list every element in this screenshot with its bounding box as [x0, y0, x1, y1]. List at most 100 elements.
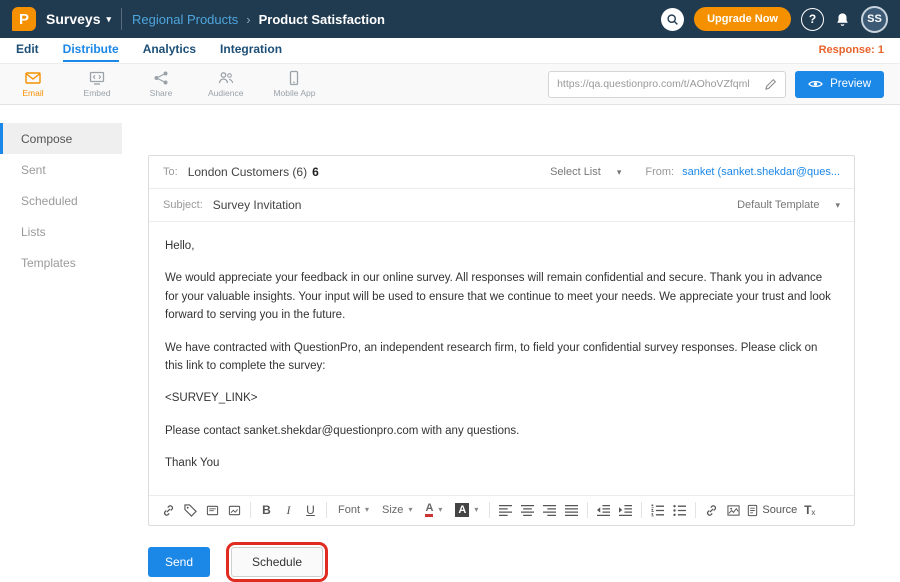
- italic-button[interactable]: I: [279, 500, 298, 520]
- question-mark-icon: ?: [809, 12, 816, 26]
- insert-link-button[interactable]: [159, 500, 178, 520]
- toolbar-separator: [695, 502, 696, 518]
- channel-share[interactable]: Share: [144, 70, 178, 98]
- numbered-list-button[interactable]: [648, 500, 667, 520]
- bullet-list-icon: [673, 504, 686, 517]
- response-count[interactable]: Response: 1: [819, 42, 884, 56]
- sidebar-item-scheduled[interactable]: Scheduled: [0, 185, 122, 216]
- body-paragraph: We would appreciate your feedback in our…: [165, 269, 838, 324]
- subject-row: Subject: Survey Invitation Default Templ…: [149, 189, 854, 222]
- compose-actions: Send Schedule: [148, 542, 855, 582]
- channel-email[interactable]: Email: [16, 70, 50, 98]
- chain-link-icon: [705, 504, 718, 517]
- text-color-button[interactable]: A ▾: [420, 503, 447, 518]
- user-avatar[interactable]: SS: [861, 6, 888, 33]
- template-dropdown[interactable]: Default Template ▾: [737, 199, 840, 211]
- app-switcher[interactable]: Surveys ▾: [46, 11, 111, 27]
- from-value[interactable]: sanket (sanket.shekdar@ques...: [682, 166, 840, 178]
- share-icon: [153, 70, 169, 86]
- align-center-button[interactable]: [518, 500, 537, 520]
- image-icon: [727, 504, 740, 517]
- toolbar-separator: [326, 502, 327, 518]
- channel-mobile-app[interactable]: Mobile App: [273, 70, 315, 98]
- notifications-button[interactable]: [834, 11, 851, 28]
- subject-input[interactable]: Survey Invitation: [213, 198, 302, 212]
- font-dropdown[interactable]: Font ▾: [333, 504, 374, 516]
- search-button[interactable]: [661, 8, 684, 31]
- bell-icon: [834, 11, 851, 28]
- source-button[interactable]: Source: [746, 500, 797, 520]
- preview-button[interactable]: Preview: [795, 71, 884, 98]
- insert-card-button[interactable]: [225, 500, 244, 520]
- to-value[interactable]: London Customers (6): [188, 165, 307, 179]
- size-dropdown[interactable]: Size ▾: [377, 504, 417, 516]
- search-icon: [666, 13, 679, 26]
- tab-distribute[interactable]: Distribute: [63, 42, 119, 62]
- distribute-toolbar: Email Embed Share Audience Mobile App ht…: [0, 64, 900, 105]
- chevron-down-icon: ▾: [365, 506, 369, 514]
- bold-button[interactable]: B: [257, 500, 276, 520]
- remove-format-button[interactable]: T x: [800, 500, 819, 520]
- underline-button[interactable]: U: [301, 500, 320, 520]
- channel-embed[interactable]: Embed: [80, 70, 114, 98]
- select-list-dropdown[interactable]: Select List ▾: [550, 166, 621, 178]
- tab-analytics[interactable]: Analytics: [143, 42, 196, 60]
- content-area: Compose Sent Scheduled Lists Templates T…: [0, 105, 900, 560]
- rich-text-toolbar: B I U Font ▾ Size ▾ A ▾ A ▾: [149, 495, 854, 525]
- chevron-down-icon: ▾: [408, 506, 412, 514]
- align-justify-button[interactable]: [562, 500, 581, 520]
- chevron-down-icon: ▾: [617, 168, 622, 177]
- sidebar-item-sent[interactable]: Sent: [0, 154, 122, 185]
- pencil-icon: [764, 78, 777, 91]
- chevron-down-icon: ▾: [474, 506, 478, 514]
- indent-button[interactable]: [616, 500, 635, 520]
- tab-edit[interactable]: Edit: [16, 42, 39, 60]
- topbar-divider: [121, 8, 122, 30]
- survey-url-text: https://qa.questionpro.com/t/AOhoVZfqml: [557, 78, 750, 90]
- email-sidebar: Compose Sent Scheduled Lists Templates: [0, 105, 122, 560]
- align-justify-icon: [565, 504, 578, 517]
- toolbar-separator: [489, 502, 490, 518]
- outdent-icon: [597, 504, 610, 517]
- help-button[interactable]: ?: [801, 8, 824, 31]
- email-body-editor[interactable]: Hello, We would appreciate your feedback…: [149, 222, 854, 495]
- body-paragraph: Hello,: [165, 237, 838, 255]
- sidebar-item-templates[interactable]: Templates: [0, 247, 122, 278]
- sidebar-item-compose[interactable]: Compose: [0, 123, 122, 154]
- bullet-list-button[interactable]: [670, 500, 689, 520]
- channel-list: Email Embed Share Audience Mobile App: [16, 70, 316, 98]
- outdent-button[interactable]: [594, 500, 613, 520]
- text-color-icon: A: [425, 503, 433, 518]
- indent-icon: [619, 504, 632, 517]
- questionpro-logo: P: [12, 7, 36, 31]
- channel-audience[interactable]: Audience: [208, 70, 243, 98]
- breadcrumb-parent[interactable]: Regional Products: [132, 12, 238, 27]
- background-color-button[interactable]: A ▾: [450, 503, 483, 517]
- sidebar-item-lists[interactable]: Lists: [0, 216, 122, 247]
- schedule-button[interactable]: Schedule: [231, 547, 323, 577]
- align-left-button[interactable]: [496, 500, 515, 520]
- merge-tag-button[interactable]: [181, 500, 200, 520]
- chevron-down-icon: ▾: [106, 15, 111, 24]
- hyperlink-button[interactable]: [702, 500, 721, 520]
- schedule-annotation: Schedule: [226, 542, 328, 582]
- survey-url-input[interactable]: https://qa.questionpro.com/t/AOhoVZfqml: [548, 71, 786, 98]
- tab-integration[interactable]: Integration: [220, 42, 282, 60]
- chevron-down-icon: ▾: [438, 506, 442, 514]
- mobile-icon: [286, 70, 302, 86]
- send-button[interactable]: Send: [148, 547, 210, 577]
- align-right-button[interactable]: [540, 500, 559, 520]
- upgrade-now-button[interactable]: Upgrade Now: [694, 7, 791, 31]
- toolbar-separator: [587, 502, 588, 518]
- toolbar-separator: [641, 502, 642, 518]
- edit-url-button[interactable]: [764, 78, 777, 91]
- ordered-list-icon: [651, 504, 664, 517]
- breadcrumb-separator: ›: [246, 12, 250, 27]
- insert-image-button[interactable]: [724, 500, 743, 520]
- align-right-icon: [543, 504, 556, 517]
- topbar-actions: Upgrade Now ? SS: [661, 6, 888, 33]
- compose-main: To: London Customers (6) 6 Select List ▾…: [122, 105, 900, 560]
- survey-nav: Edit Distribute Analytics Integration Re…: [0, 38, 900, 64]
- insert-template-button[interactable]: [203, 500, 222, 520]
- chain-link-icon: [162, 504, 175, 517]
